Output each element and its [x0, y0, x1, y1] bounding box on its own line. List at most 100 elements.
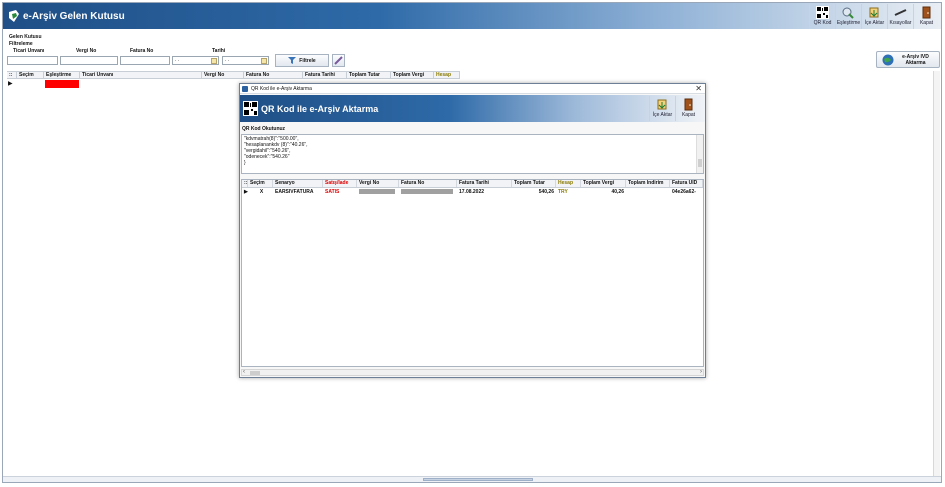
filter-button[interactable]: Filtrele	[275, 54, 329, 67]
date-from-field[interactable]: . .	[172, 56, 219, 65]
header-toplam-indirim[interactable]: Toplam İndirim	[626, 180, 670, 187]
qr-text-area[interactable]: "kdvmatrah(8)":"500.00", "hesaplanankdv …	[241, 134, 704, 174]
match-button[interactable]: Eşleştirme	[835, 4, 861, 29]
header-senaryo[interactable]: Senaryo	[273, 180, 323, 187]
cell-hesap: TRY	[558, 189, 568, 195]
qr-code-icon	[816, 6, 829, 19]
app-logo-icon	[9, 10, 19, 22]
qr-code-button[interactable]: QR Kod	[809, 4, 835, 29]
main-toolbar: QR Kod Eşleştirme İçe Aktar Kısayollar K…	[809, 4, 939, 29]
eraser-icon	[334, 56, 343, 65]
qr-input-label: QR Kod Okutunuz	[242, 126, 286, 132]
dialog-close-button[interactable]: Kapat	[675, 96, 701, 121]
header-fatura-no[interactable]: Fatura No	[399, 180, 457, 187]
filter-label: Filtreleme	[9, 41, 33, 47]
dialog-import-label: İçe Aktar	[652, 112, 673, 118]
import-label: İçe Aktar	[864, 20, 885, 26]
scrollbar-thumb[interactable]	[423, 478, 533, 481]
cell-secim[interactable]: X	[248, 189, 273, 196]
horizontal-scrollbar[interactable]	[3, 476, 941, 482]
date-to-field[interactable]: . .	[222, 56, 269, 65]
vergi-label: Vergi No	[76, 48, 97, 54]
cell-senaryo: EARSIVFATURA	[275, 189, 314, 195]
header-satis-iade[interactable]: Satış/İade	[323, 180, 357, 187]
row-indicator-header: ::	[7, 72, 17, 79]
grid-header: :: Seçim Eşleştirme Ticari Unvanı Vergi …	[7, 71, 460, 79]
tarih-label: Tarihi	[212, 48, 226, 54]
date-to-value: . .	[225, 57, 230, 63]
dialog-toolbar: İçe Aktar Kapat	[649, 96, 701, 121]
calendar-dropdown-icon[interactable]	[261, 58, 267, 64]
shortcuts-label: Kısayollar	[889, 20, 912, 26]
import-icon	[869, 7, 879, 18]
redacted-block	[401, 189, 453, 195]
fatura-no-input[interactable]	[120, 56, 170, 65]
cell-fatura-tarihi: 17.08.2022	[459, 189, 485, 195]
header-vergi-no[interactable]: Vergi No	[202, 72, 244, 79]
header-eslestirme[interactable]: Eşleştirme	[44, 72, 80, 79]
dialog-header-band: QR Kod ile e-Arşiv Aktarma İçe Aktar Kap…	[240, 95, 705, 122]
header-fatura-tarihi[interactable]: Fatura Tarihi	[457, 180, 512, 187]
close-label: Kapat	[919, 20, 934, 26]
header-hesap[interactable]: Hesap	[434, 72, 460, 79]
ivd-transfer-button[interactable]: e-Arşiv IVD Aktarma	[876, 51, 940, 68]
match-label: Eşleştirme	[836, 20, 861, 26]
cell-fatura-no-masked	[399, 189, 457, 196]
header-toplam-tutar[interactable]: Toplam Tutar	[512, 180, 556, 187]
fatura-label: Fatura No	[130, 48, 154, 54]
dialog-caption: QR Kod ile e-Arşiv Aktarma	[251, 86, 312, 92]
cell-fatura-uid: 04e26a62-	[672, 189, 696, 195]
header-fatura-tarihi[interactable]: Fatura Tarihi	[303, 72, 347, 79]
match-icon	[842, 7, 854, 19]
shortcuts-button[interactable]: Kısayollar	[887, 4, 913, 29]
globe-icon	[882, 54, 893, 65]
scrollbar-thumb[interactable]	[250, 371, 260, 375]
qr-scrollbar[interactable]	[696, 135, 703, 173]
ticari-label: Ticari Unvanı	[13, 48, 45, 54]
shortcuts-icon	[894, 9, 907, 16]
header-secim[interactable]: Seçim	[248, 180, 273, 187]
title-bar: e-Arşiv Gelen Kutusu QR Kod Eşleştirme İ…	[3, 3, 941, 29]
scroll-left-icon[interactable]: ‹	[243, 369, 245, 375]
dialog-import-button[interactable]: İçe Aktar	[649, 96, 675, 121]
header-fatura-uid[interactable]: Fatura UID	[670, 180, 703, 187]
exit-door-icon	[684, 98, 693, 111]
header-secim[interactable]: Seçim	[17, 72, 44, 79]
header-hesap[interactable]: Hesap	[556, 180, 581, 187]
qr-code-icon	[243, 101, 258, 116]
vergi-no-input[interactable]	[60, 56, 118, 65]
dialog-grid-header: :: Seçim Senaryo Satış/İade Vergi No Fat…	[242, 180, 703, 188]
import-button[interactable]: İçe Aktar	[861, 4, 887, 29]
filter-button-label: Filtrele	[299, 57, 316, 64]
import-icon	[657, 99, 667, 110]
ivd-transfer-label: e-Arşiv IVD Aktarma	[902, 53, 929, 66]
scroll-right-icon[interactable]: ›	[700, 369, 702, 375]
eslestirme-status-cell[interactable]	[45, 80, 79, 88]
dialog-close-label: Kapat	[681, 112, 696, 118]
calendar-dropdown-icon[interactable]	[211, 58, 217, 64]
header-vergi-no[interactable]: Vergi No	[357, 180, 399, 187]
window-title: e-Arşiv Gelen Kutusu	[23, 11, 125, 22]
section-label: Gelen Kutusu	[9, 34, 42, 40]
header-toplam-vergi[interactable]: Toplam Vergi	[391, 72, 434, 79]
header-fatura-no[interactable]: Fatura No	[244, 72, 303, 79]
scrollbar-thumb[interactable]	[698, 159, 702, 167]
header-toplam-tutar[interactable]: Toplam Tutar	[347, 72, 391, 79]
clear-filter-button[interactable]	[332, 54, 345, 67]
cell-vergi-no-masked	[357, 189, 399, 196]
close-button[interactable]: Kapat	[913, 4, 939, 29]
funnel-icon	[288, 57, 297, 64]
ticari-unvan-input[interactable]	[7, 56, 58, 65]
dialog-close-icon[interactable]: ✕	[695, 84, 702, 94]
dialog-title: QR Kod ile e-Arşiv Aktarma	[261, 104, 379, 114]
vertical-scrollbar[interactable]	[933, 71, 940, 477]
cell-toplam-indirim	[626, 189, 670, 196]
qr-line: }	[244, 160, 246, 166]
cell-satis-iade: SATIS	[325, 189, 340, 195]
dialog-horizontal-scrollbar[interactable]: ‹ ›	[241, 369, 704, 376]
dialog-caption-bar: QR Kod ile e-Arşiv Aktarma ✕	[240, 84, 705, 94]
dialog-app-icon	[242, 86, 248, 92]
table-row[interactable]: ▶ X EARSIVFATURA SATIS 17.08.2022 540,26…	[242, 189, 703, 197]
header-toplam-vergi[interactable]: Toplam Vergi	[581, 180, 626, 187]
header-ticari-unvan[interactable]: Ticari Unvanı	[80, 72, 202, 79]
